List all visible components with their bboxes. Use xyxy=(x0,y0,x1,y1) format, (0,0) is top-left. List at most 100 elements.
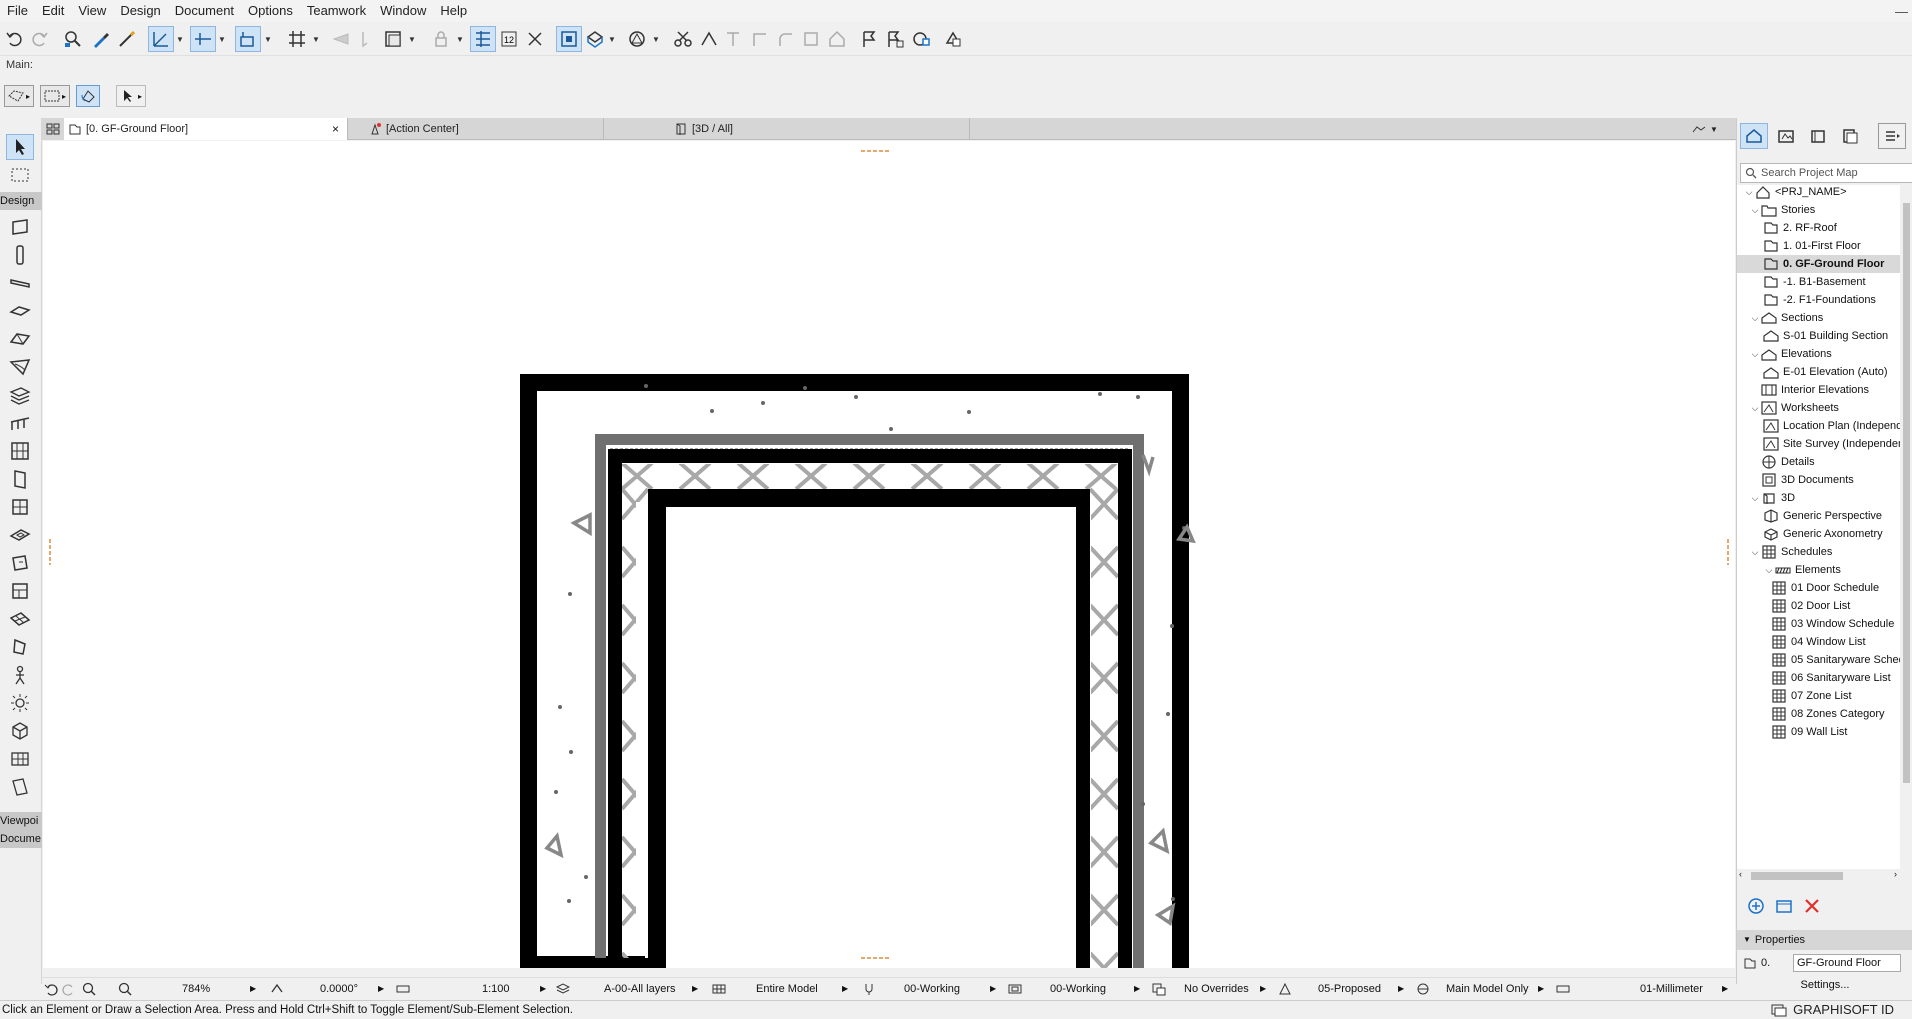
snap-points-icon[interactable] xyxy=(235,26,261,52)
skylight-tool-icon[interactable] xyxy=(6,522,34,548)
tree-item[interactable]: Details xyxy=(1737,453,1900,471)
tree-item[interactable]: ⌵ Sections xyxy=(1737,309,1900,327)
grid-dropdown[interactable]: ▼ xyxy=(312,34,320,44)
railing-tool-icon[interactable] xyxy=(6,410,34,436)
tree-item[interactable]: ⌵ Elements xyxy=(1737,561,1900,579)
layout-book-icon[interactable] xyxy=(1804,123,1832,149)
eyedropper-icon[interactable] xyxy=(88,26,114,52)
renovation-filter-dropdown[interactable]: ▼ xyxy=(652,34,660,44)
toolbox-design-group[interactable]: Design xyxy=(0,192,42,210)
column-tool-icon[interactable] xyxy=(6,242,34,268)
layer-combination[interactable]: A-00-All layers xyxy=(604,978,676,1000)
redo-zoom-icon[interactable] xyxy=(62,978,76,1000)
tree-horizontal-scrollbar[interactable]: ‹ › xyxy=(1737,869,1912,883)
tree-item[interactable]: Location Plan (Independent) xyxy=(1737,417,1900,435)
structural-display-value[interactable]: Main Model Only xyxy=(1446,978,1529,1000)
zoom-value[interactable]: 784% xyxy=(182,978,210,1000)
model-scope[interactable]: Entire Model xyxy=(756,978,818,1000)
chevron-down-icon[interactable]: ⌵ xyxy=(1749,547,1761,558)
menu-options[interactable]: Options xyxy=(241,0,300,22)
zoom-icon[interactable] xyxy=(118,978,132,1000)
tab-ground-floor[interactable]: [0. GF-Ground Floor] × xyxy=(64,118,348,140)
wall-tool-icon[interactable] xyxy=(6,214,34,240)
model-view-options-icon[interactable] xyxy=(1008,978,1022,1000)
tree-vertical-scrollbar[interactable] xyxy=(1900,185,1912,869)
rotate-view-icon[interactable] xyxy=(270,978,284,1000)
tree-item[interactable]: 01 Door Schedule xyxy=(1737,579,1900,597)
pen-set-icon[interactable] xyxy=(862,978,876,1000)
graphic-overrides-value[interactable]: No Overrides xyxy=(1184,978,1249,1000)
tree-item[interactable]: ⌵ <PRJ_NAME> xyxy=(1737,185,1900,201)
publish-icon[interactable] xyxy=(908,26,934,52)
arrow-tool-icon[interactable] xyxy=(6,134,34,160)
redo-icon[interactable] xyxy=(26,26,52,52)
publisher-sets-icon[interactable] xyxy=(1836,123,1864,149)
new-folder-icon[interactable] xyxy=(1775,897,1793,915)
tree-item[interactable]: 03 Window Schedule xyxy=(1737,615,1900,633)
arrow-select-button[interactable]: ▸ xyxy=(116,85,147,107)
insulation-layer[interactable] xyxy=(595,434,1144,968)
properties-story-name-field[interactable]: GF-Ground Floor xyxy=(1793,954,1901,972)
trace-reference-icon[interactable] xyxy=(470,26,496,52)
tab-options-icon[interactable]: ▼ xyxy=(1688,118,1734,140)
tree-item[interactable]: 05 Sanitaryware Schedule xyxy=(1737,651,1900,669)
tree-item[interactable]: Site Survey (Independent) xyxy=(1737,435,1900,453)
project-map-icon[interactable] xyxy=(1740,123,1768,149)
find-select-icon[interactable] xyxy=(60,26,86,52)
menu-window[interactable]: Window xyxy=(373,0,433,22)
guide-lines-dropdown[interactable]: ▼ xyxy=(176,34,184,44)
add-view-icon[interactable] xyxy=(1747,897,1765,915)
model-filter-icon[interactable] xyxy=(712,978,726,1000)
chevron-down-icon[interactable]: ⌵ xyxy=(1749,493,1761,504)
tree-item[interactable]: -1. B1-Basement xyxy=(1737,273,1900,291)
close-icon[interactable]: × xyxy=(332,122,339,136)
delete-icon[interactable] xyxy=(1803,897,1821,915)
chevron-down-icon[interactable]: ⌵ xyxy=(1749,349,1761,360)
minimize-icon[interactable]: — xyxy=(1895,4,1908,19)
renovation-value[interactable]: 05-Proposed xyxy=(1318,978,1381,1000)
tree-item[interactable]: Generic Axonometry xyxy=(1737,525,1900,543)
menu-edit[interactable]: Edit xyxy=(35,0,71,22)
explode-icon[interactable] xyxy=(798,26,824,52)
menu-design[interactable]: Design xyxy=(113,0,167,22)
undo-icon[interactable] xyxy=(2,26,28,52)
grid-icon[interactable] xyxy=(284,26,310,52)
layers-icon[interactable] xyxy=(556,978,570,1000)
tree-item[interactable]: E-01 Elevation (Auto) xyxy=(1737,363,1900,381)
roof-icon[interactable] xyxy=(824,26,850,52)
tree-item[interactable]: 07 Zone List xyxy=(1737,687,1900,705)
chevron-down-icon[interactable]: ⌵ xyxy=(1749,403,1761,414)
3d-cut-icon[interactable] xyxy=(582,26,608,52)
syringe-icon[interactable] xyxy=(114,26,140,52)
curtain-wall-tool-icon[interactable] xyxy=(6,438,34,464)
properties-header[interactable]: ▼ Properties xyxy=(1737,930,1912,950)
scale-value[interactable]: 1:100 xyxy=(482,978,510,1000)
dimension-value[interactable]: 01-Millimeter xyxy=(1640,978,1703,1000)
tree-item[interactable]: Generic Perspective xyxy=(1737,507,1900,525)
settings-button[interactable]: Settings... xyxy=(1737,976,1912,994)
tab-3d-all[interactable]: [3D / All] xyxy=(670,118,970,140)
rotated-select-button[interactable] xyxy=(76,85,101,107)
tree-item[interactable]: S-01 Building Section xyxy=(1737,327,1900,345)
toolbox-viewpoint-group[interactable]: Viewpoi xyxy=(0,812,42,830)
tree-item[interactable]: 02 Door List xyxy=(1737,597,1900,615)
view-map-icon[interactable] xyxy=(1772,123,1800,149)
menu-document[interactable]: Document xyxy=(168,0,241,22)
structure-wall[interactable] xyxy=(608,449,1132,968)
navigator-menu-icon[interactable] xyxy=(1878,123,1906,149)
rectangle-select-button[interactable]: ▸ xyxy=(40,85,71,107)
chevron-down-icon[interactable]: ⌵ xyxy=(1749,205,1761,216)
zoom-in-icon[interactable] xyxy=(82,978,96,1000)
tree-item[interactable]: ⌵ Elevations xyxy=(1737,345,1900,363)
stair-tool-icon[interactable] xyxy=(6,382,34,408)
inner-wall[interactable] xyxy=(648,489,1090,968)
renovation-icon[interactable] xyxy=(1278,978,1292,1000)
tree-item[interactable]: -2. F1-Foundations xyxy=(1737,291,1900,309)
structural-display-icon[interactable] xyxy=(1416,978,1430,1000)
object-tool-icon[interactable] xyxy=(6,550,34,576)
tree-item[interactable]: 08 Zones Category xyxy=(1737,705,1900,723)
menu-file[interactable]: File xyxy=(0,0,35,22)
show-selection-icon[interactable] xyxy=(556,26,582,52)
adjust-icon[interactable] xyxy=(696,26,722,52)
tree-item[interactable]: 06 Sanitaryware List xyxy=(1737,669,1900,687)
